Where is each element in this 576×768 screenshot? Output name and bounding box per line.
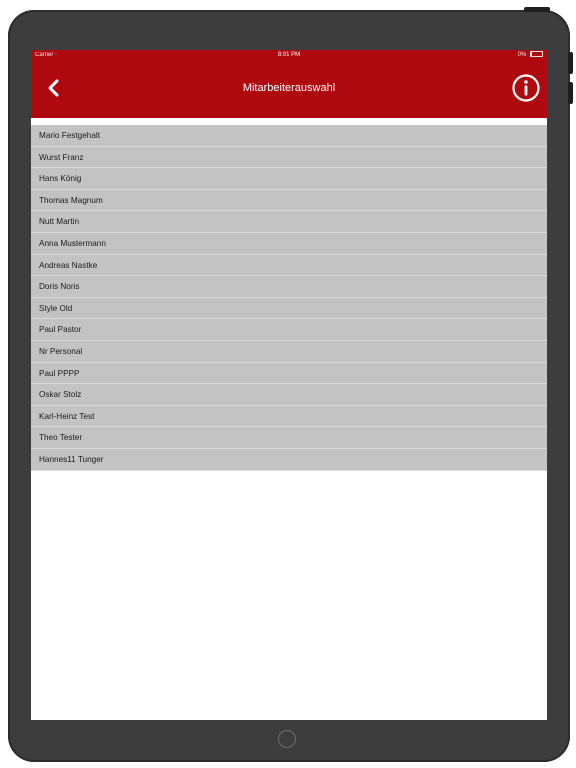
battery-status: 0%	[518, 50, 543, 61]
info-circle-icon	[512, 74, 540, 102]
employee-row[interactable]: Paul PPPP	[31, 362, 547, 385]
app-screen: Carrier ⋅ 8:01 PM 0% Mitarbeiterauswahl …	[31, 50, 547, 720]
volume-down-button	[568, 82, 573, 104]
employee-row[interactable]: Style Old	[31, 297, 547, 320]
employee-row[interactable]: Wurst Franz	[31, 146, 547, 169]
employee-row[interactable]: Hannes11 Tunger	[31, 448, 547, 471]
employee-row[interactable]: Thomas Magnum	[31, 189, 547, 212]
employee-row[interactable]: Doris Noris	[31, 276, 547, 298]
employee-row[interactable]: Andreas Nastke	[31, 254, 547, 277]
volume-up-button	[568, 52, 573, 74]
battery-percentage: 0%	[517, 52, 527, 58]
navigation-bar: Mitarbeiterauswahl	[31, 61, 547, 118]
employee-row[interactable]: Theo Tester	[31, 427, 547, 449]
employee-row[interactable]: Mario Festgehalt	[31, 125, 547, 147]
home-button[interactable]	[278, 730, 296, 748]
employee-list: Mario Festgehalt Wurst Franz Hans König Tho…	[31, 125, 547, 471]
employee-row[interactable]: Paul Pastor	[31, 319, 547, 341]
status-time: 8:01 PM	[277, 52, 301, 58]
employee-row[interactable]: Karl-Heinz Test	[31, 405, 547, 428]
page-title: Mitarbeiterauswahl	[242, 82, 336, 94]
employee-row[interactable]: Nr Personal	[31, 340, 547, 363]
employee-row[interactable]: Hans König	[31, 168, 547, 190]
employee-row[interactable]: Nutt Martin	[31, 211, 547, 233]
info-button[interactable]	[511, 73, 541, 103]
employee-row[interactable]: Anna Mustermann	[31, 232, 547, 255]
power-button	[524, 7, 550, 12]
list-top-spacer	[31, 118, 547, 125]
back-button[interactable]	[39, 73, 69, 103]
status-bar: Carrier ⋅ 8:01 PM 0%	[31, 50, 547, 61]
battery-icon	[530, 51, 543, 58]
chevron-left-icon	[48, 79, 59, 97]
employee-row[interactable]: Oskar Stolz	[31, 384, 547, 406]
